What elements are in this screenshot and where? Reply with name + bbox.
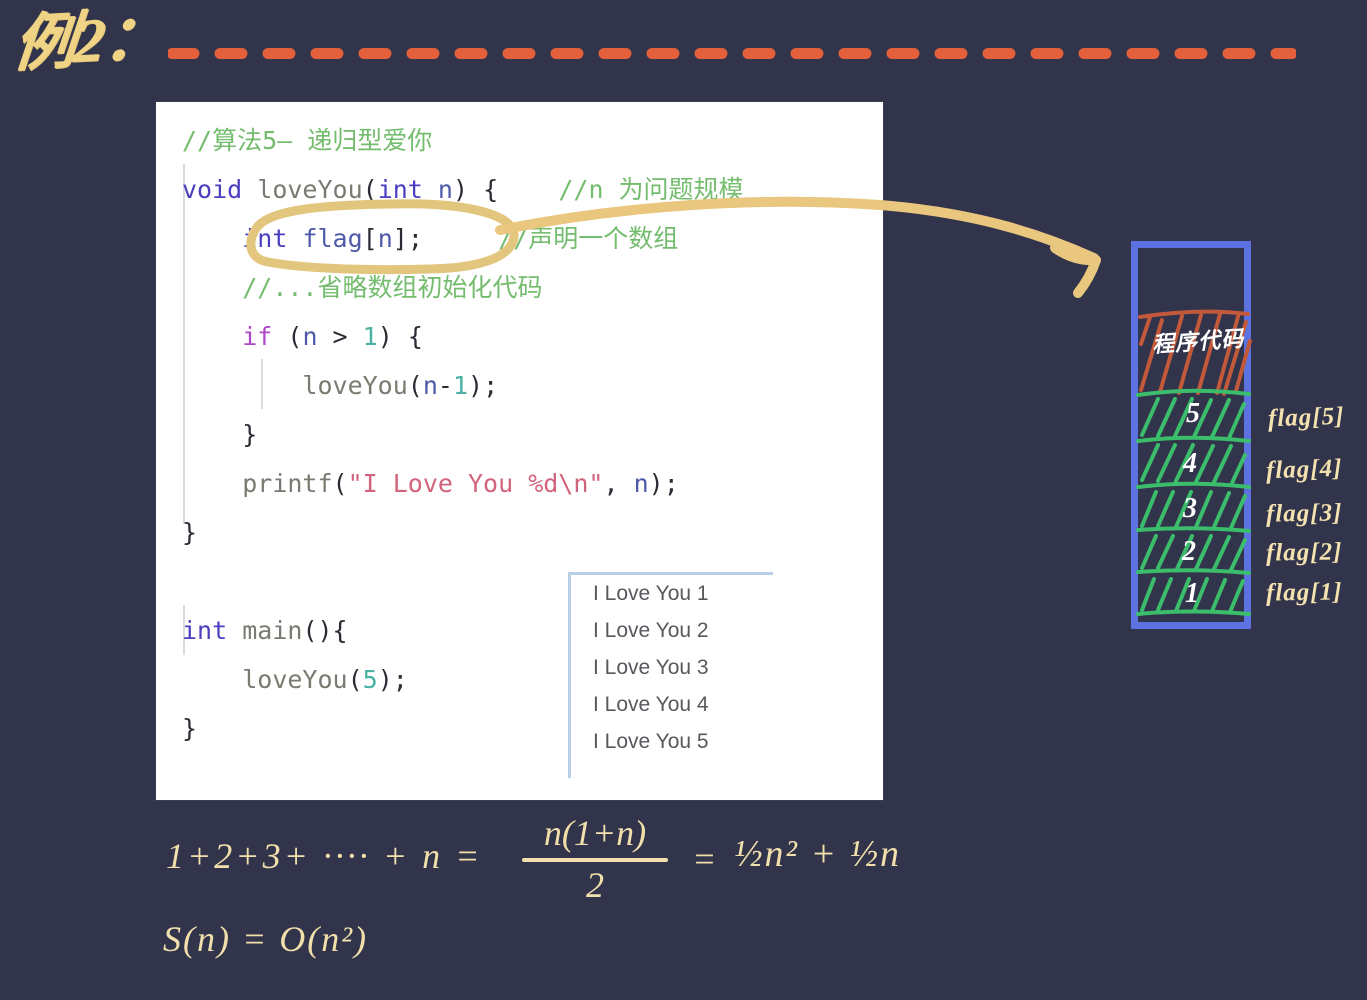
- code-token: //n 为问题规模: [558, 175, 744, 204]
- fraction-numerator: n(1+n): [543, 813, 647, 853]
- equals-sign: =: [692, 839, 717, 879]
- header-dashed-divider: [168, 48, 1296, 59]
- code-token: loveYou: [257, 175, 363, 204]
- code-token: //声明一个数组: [498, 224, 679, 253]
- code-token: );: [648, 469, 679, 498]
- code-token: n: [377, 224, 393, 253]
- code-token: void: [182, 175, 243, 204]
- program-output-panel: I Love You 1 I Love You 2 I Love You 3 I…: [568, 572, 773, 778]
- stack-frame-number: 1: [1185, 578, 1199, 609]
- code-token: [: [362, 224, 378, 253]
- code-token: ];: [392, 224, 423, 253]
- output-line: I Love You 3: [593, 656, 709, 679]
- code-token: -: [437, 371, 453, 400]
- code-screenshot-card: //算法5— 递归型爱你 void loveYou(int n) { //n 为问…: [156, 102, 883, 800]
- code-token: "I Love You %d\n": [347, 469, 604, 498]
- code-token: loveYou: [242, 665, 348, 694]
- code-token: }: [182, 714, 198, 743]
- code-token: n: [422, 175, 453, 204]
- stack-frame-label: flag[1]: [1265, 578, 1343, 607]
- arrow-head: [1050, 243, 1101, 298]
- code-token: //算法5— 递归型爱你: [182, 126, 433, 155]
- code-token: }: [242, 420, 258, 449]
- stack-frame-label: flag[3]: [1265, 499, 1343, 528]
- code-token: //...省略数组初始化代码: [242, 273, 543, 302]
- stack-frame-number: 2: [1182, 536, 1196, 567]
- code-token: int: [182, 616, 228, 645]
- code-token: (){: [302, 616, 348, 645]
- code-token: n: [302, 322, 318, 351]
- code-token: );: [377, 665, 408, 694]
- code-token: flag: [302, 224, 363, 253]
- code-token: }: [182, 518, 198, 547]
- code-line: //...省略数组初始化代码: [182, 263, 875, 312]
- code-token: n: [633, 469, 649, 498]
- stack-frame-label: flag[5]: [1267, 402, 1345, 433]
- code-line: loveYou(n-1);: [182, 361, 875, 410]
- stack-frame-number: 3: [1183, 493, 1197, 524]
- fraction-bar: [522, 858, 668, 862]
- output-line: I Love You 2: [593, 619, 709, 642]
- code-line: }: [182, 410, 875, 459]
- summation-lhs: 1+2+3+ ···· + n =: [166, 836, 483, 876]
- fraction-denominator: 2: [586, 865, 604, 905]
- code-line: if (n > 1) {: [182, 312, 875, 361]
- code-token: ,: [603, 469, 634, 498]
- code-token: printf: [242, 469, 333, 498]
- code-line: int flag[n]; //声明一个数组: [182, 214, 875, 263]
- code-token: loveYou: [302, 371, 408, 400]
- code-token: (: [362, 175, 378, 204]
- code-token: n: [422, 371, 438, 400]
- code-token: 5: [362, 665, 378, 694]
- memory-block-outline: [1131, 241, 1251, 629]
- code-token: if: [242, 322, 273, 351]
- code-line: void loveYou(int n) { //n 为问题规模: [182, 165, 875, 214]
- code-token: ) {: [452, 175, 499, 204]
- stack-frame-label: flag[2]: [1265, 538, 1343, 567]
- page-title: 例2：: [10, 3, 167, 79]
- code-line: printf("I Love You %d\n", n);: [182, 459, 875, 508]
- code-token: 1: [362, 322, 378, 351]
- code-token: (: [407, 371, 423, 400]
- code-token: (: [332, 469, 348, 498]
- memory-code-region-label: 程序代码: [1151, 325, 1245, 358]
- code-token: >: [317, 322, 363, 351]
- output-line: I Love You 5: [593, 730, 709, 753]
- output-line: I Love You 4: [593, 693, 709, 716]
- slide-canvas: 例2： //算法5— 递归型爱你 void loveYou(int n) { //…: [0, 0, 1367, 1000]
- code-token: int: [377, 175, 423, 204]
- code-token: (: [347, 665, 363, 694]
- code-line: //算法5— 递归型爱你: [182, 116, 875, 165]
- space-complexity: S(n) = O(n²): [163, 919, 369, 959]
- stack-frame-number: 5: [1186, 398, 1200, 429]
- code-token: 1: [452, 371, 469, 400]
- code-token: ) {: [377, 322, 423, 351]
- code-token: (: [272, 322, 303, 351]
- code-token: main: [242, 616, 303, 645]
- stack-frame-label: flag[4]: [1265, 454, 1343, 485]
- summation-rhs: ½n² + ½n: [734, 833, 902, 875]
- code-line: }: [182, 508, 875, 557]
- code-token: int: [242, 224, 288, 253]
- output-line: I Love You 1: [593, 582, 709, 605]
- code-token: );: [468, 371, 499, 400]
- stack-frame-number: 4: [1183, 448, 1197, 479]
- fraction-group: n(1+n) 2: [522, 812, 668, 906]
